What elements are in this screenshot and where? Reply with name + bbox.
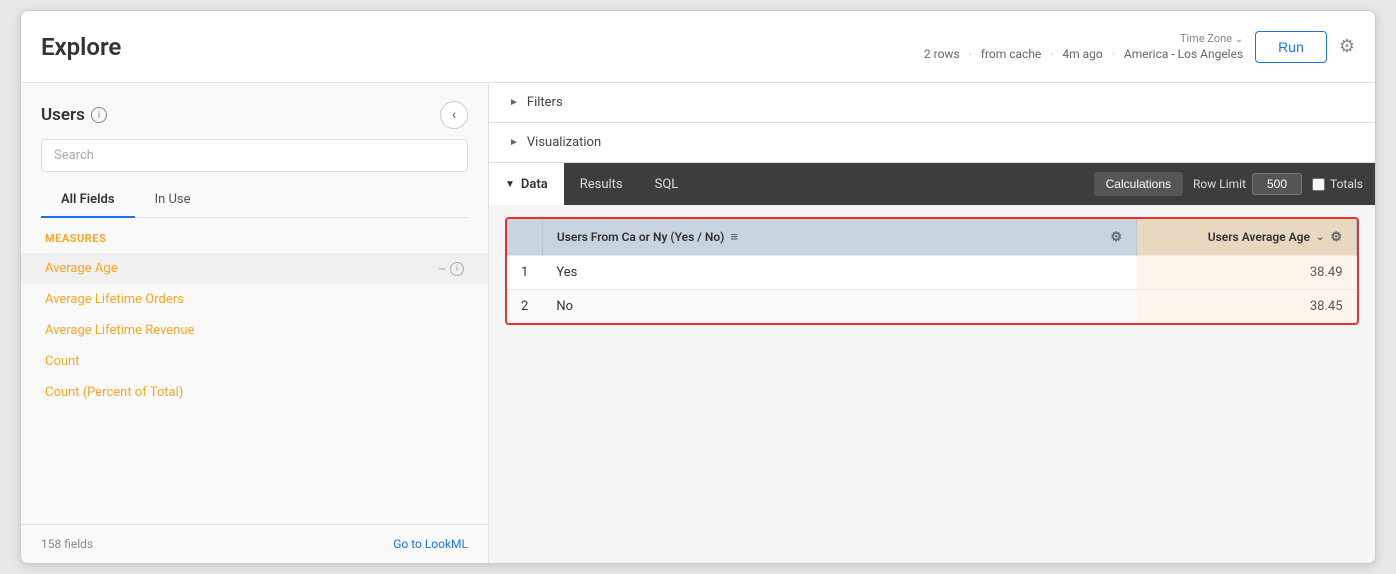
row-2-col-1: No xyxy=(542,290,1136,324)
sort-icon[interactable]: ⌄ xyxy=(1316,232,1324,243)
item-info-icon[interactable]: i xyxy=(450,355,464,369)
meta-info-row: 2 rows · from cache · 4m ago · America -… xyxy=(924,47,1243,61)
sidebar-title: Users xyxy=(41,105,85,125)
run-button[interactable]: Run xyxy=(1255,31,1327,63)
filter-icon[interactable]: ⎯ xyxy=(439,261,445,276)
row-num-header xyxy=(507,219,542,256)
visualization-label: Visualization xyxy=(527,135,601,150)
visualization-header[interactable]: ► Visualization xyxy=(489,123,1375,162)
totals-label: Totals xyxy=(1330,177,1363,191)
calculations-button[interactable]: Calculations xyxy=(1094,172,1183,196)
visualization-chevron-icon: ► xyxy=(509,137,519,148)
col-header-users-average-age: Users Average Age ⌄ ⚙ xyxy=(1137,219,1357,256)
main-layout: Users i ‹ Search All Fields In Use MEASU… xyxy=(21,83,1375,563)
row-2-col-2: 38.45 xyxy=(1137,290,1357,324)
row-1-col-2: 38.49 xyxy=(1137,256,1357,290)
totals-checkbox[interactable] xyxy=(1312,178,1325,191)
sidebar-title-row: Users i xyxy=(41,105,107,125)
item-info-icon[interactable]: i xyxy=(450,324,464,338)
app-title: Explore xyxy=(41,33,121,61)
users-info-icon[interactable]: i xyxy=(91,107,107,123)
row-limit-group: Row Limit xyxy=(1193,173,1302,195)
search-input[interactable]: Search xyxy=(41,139,468,172)
item-info-icon[interactable]: i xyxy=(450,293,464,307)
header: Explore Time Zone ⌄ 2 rows · from cache … xyxy=(21,11,1375,83)
filters-chevron-icon: ► xyxy=(509,97,519,108)
sidebar-footer: 158 fields Go to LookML xyxy=(21,524,488,563)
sidebar-content: MEASURES Average Age ⎯ i Average Lifetim… xyxy=(21,218,488,524)
col-gear-icon[interactable]: ⚙ xyxy=(1110,230,1122,245)
row-num-1: 1 xyxy=(507,256,542,290)
measure-item-count[interactable]: Count ⎯ i xyxy=(21,346,488,377)
data-table-wrapper: Users From Ca or Ny (Yes / No) ≡ ⚙ Users… xyxy=(505,217,1359,325)
table-row: 1 Yes 38.49 xyxy=(507,256,1357,290)
tab-data[interactable]: ▼ Data xyxy=(489,163,564,205)
header-meta: Time Zone ⌄ 2 rows · from cache · 4m ago… xyxy=(924,32,1243,61)
filter-icon[interactable]: ⎯ xyxy=(439,385,445,400)
sidebar: Users i ‹ Search All Fields In Use MEASU… xyxy=(21,83,489,563)
item-info-icon[interactable]: i xyxy=(450,386,464,400)
tab-in-use[interactable]: In Use xyxy=(135,182,211,217)
filters-header[interactable]: ► Filters xyxy=(489,83,1375,122)
row-limit-label: Row Limit xyxy=(1193,177,1246,191)
filter-icon[interactable]: ⎯ xyxy=(439,354,445,369)
data-tab-chevron-icon: ▼ xyxy=(505,179,515,190)
filters-label: Filters xyxy=(527,95,563,110)
filter-icon[interactable]: ⎯ xyxy=(439,292,445,307)
measure-item-average-lifetime-revenue[interactable]: Average Lifetime Revenue ⎯ i xyxy=(21,315,488,346)
measure-item-average-age[interactable]: Average Age ⎯ i xyxy=(21,253,488,284)
table-row: 2 No 38.45 xyxy=(507,290,1357,324)
app-container: Explore Time Zone ⌄ 2 rows · from cache … xyxy=(20,10,1376,564)
measures-section-label: MEASURES xyxy=(21,232,488,253)
go-to-lookml-link[interactable]: Go to LookML xyxy=(393,537,468,551)
timezone-label: Time Zone ⌄ xyxy=(1180,32,1243,45)
row-limit-input[interactable] xyxy=(1252,173,1302,195)
filters-section: ► Filters xyxy=(489,83,1375,123)
fields-count: 158 fields xyxy=(41,537,93,551)
row-num-2: 2 xyxy=(507,290,542,324)
visualization-section: ► Visualization xyxy=(489,123,1375,163)
settings-icon[interactable]: ⚙ xyxy=(1339,36,1355,57)
tab-results[interactable]: Results xyxy=(564,163,639,205)
tabs-row: All Fields In Use xyxy=(41,182,468,218)
content-area: ► Filters ► Visualization ▼ Data Results xyxy=(489,83,1375,563)
col-gear-icon-2[interactable]: ⚙ xyxy=(1330,230,1342,245)
row-1-col-1: Yes xyxy=(542,256,1136,290)
data-table-container: Users From Ca or Ny (Yes / No) ≡ ⚙ Users… xyxy=(489,205,1375,563)
tab-sql[interactable]: SQL xyxy=(639,163,695,205)
item-info-icon[interactable]: i xyxy=(450,262,464,276)
filter-icon[interactable]: ⎯ xyxy=(439,323,445,338)
sidebar-header: Users i ‹ xyxy=(21,83,488,139)
sidebar-collapse-button[interactable]: ‹ xyxy=(440,101,468,129)
totals-group: Totals xyxy=(1312,177,1363,191)
data-table: Users From Ca or Ny (Yes / No) ≡ ⚙ Users… xyxy=(507,219,1357,323)
data-tabs-bar: ▼ Data Results SQL Calculations Row Limi… xyxy=(489,163,1375,205)
header-right: Time Zone ⌄ 2 rows · from cache · 4m ago… xyxy=(924,31,1355,63)
measure-item-count-percent[interactable]: Count (Percent of Total) ⎯ i xyxy=(21,377,488,408)
col-header-users-from-ca-ny: Users From Ca or Ny (Yes / No) ≡ ⚙ xyxy=(542,219,1136,256)
measure-item-average-lifetime-orders[interactable]: Average Lifetime Orders ⎯ i xyxy=(21,284,488,315)
data-tabs-right: Calculations Row Limit Totals xyxy=(1094,172,1375,196)
tab-all-fields[interactable]: All Fields xyxy=(41,182,135,217)
col-menu-icon[interactable]: ≡ xyxy=(730,229,738,245)
